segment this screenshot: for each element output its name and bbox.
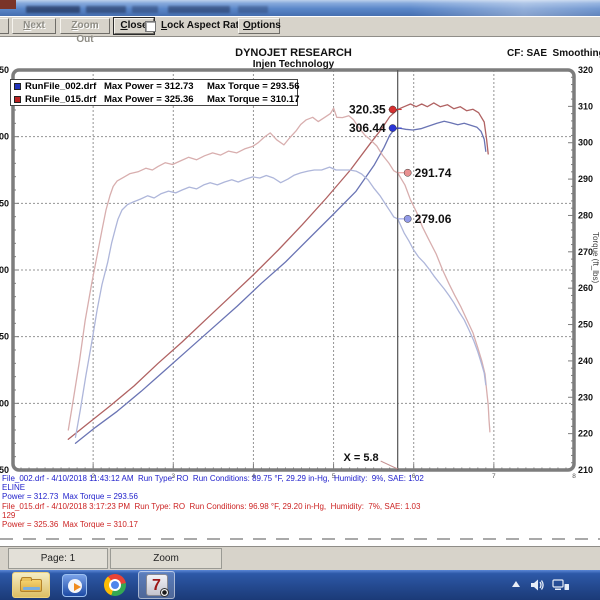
run-note-line: ELINE [2, 483, 25, 492]
toolbar-partial-button[interactable] [0, 18, 9, 34]
correction-smoothing-label: CF: SAE Smoothing: 5 [400, 48, 600, 59]
folder-icon [20, 579, 42, 592]
legend-max-power: Max Power = 325.36 [104, 94, 194, 105]
play-icon [74, 583, 81, 591]
cursor-x-pointer [381, 461, 398, 469]
legend-box: RunFile_002.drf Max Power = 312.73 Max T… [10, 79, 298, 106]
plot-frame [13, 70, 574, 470]
network-icon[interactable] [552, 578, 570, 592]
cursor-torque-002-label: 279.06 [415, 212, 452, 226]
page-tab-bar: Page: 1 Zoom [0, 546, 600, 570]
lock-aspect-ratio-label: Lock Aspect Ratio [161, 20, 248, 31]
taskbar-media-player-icon[interactable] [62, 574, 87, 597]
chrome-dot [111, 581, 119, 589]
curve-power_015 [68, 103, 488, 439]
taskbar: 7 [0, 570, 600, 600]
legend-row: RunFile_015.drf Max Power = 325.36 Max T… [11, 94, 297, 106]
show-hidden-icons-button[interactable] [512, 581, 520, 587]
volume-icon[interactable] [530, 578, 545, 592]
legend-max-torque: Max Torque = 310.17 [207, 94, 300, 105]
curve-power_002 [76, 121, 486, 443]
soccer-ball-icon [160, 588, 169, 597]
run-max-line: Power = 312.73 Max Torque = 293.56 [2, 492, 138, 501]
torque-axis-label: 320 [578, 65, 593, 75]
torque-axis-label: 250 [578, 320, 593, 330]
torque-axis-title: Torque (ft_lbs) [591, 232, 600, 318]
power-axis-label: 100 [0, 398, 9, 408]
torque-axis-label: 310 [578, 101, 593, 111]
lock-aspect-ratio-checkbox[interactable] [145, 21, 156, 32]
cursor-power-015-dot [389, 106, 396, 113]
chart-subtitle: Injen Technology [13, 59, 574, 70]
power-axis-label: 150 [0, 332, 9, 342]
cursor-x-label: X = 5.8 [344, 452, 379, 464]
torque-axis-label: 230 [578, 392, 593, 402]
window-title-text-illegible [26, 6, 80, 13]
legend-swatch-red [14, 96, 21, 103]
power-axis-label: 300 [0, 132, 9, 142]
run-max-line: Power = 325.36 Max Torque = 310.17 [2, 520, 138, 529]
torque-axis-label: 290 [578, 174, 593, 184]
torque-axis-label: 210 [578, 465, 593, 475]
next-button[interactable]: Next [12, 18, 56, 34]
legend-max-torque: Max Torque = 293.56 [207, 81, 300, 92]
page-separator [0, 538, 600, 540]
curve-torque_002 [76, 167, 486, 437]
cursor-power-002-label: 306.44 [349, 121, 386, 135]
tab-page-1[interactable]: Page: 1 [8, 548, 108, 569]
legend-max-power: Max Power = 312.73 [104, 81, 194, 92]
torque-axis-label: 280 [578, 210, 593, 220]
taskbar-chrome-icon[interactable] [104, 574, 126, 596]
winpep7-logo: 7 [146, 574, 168, 596]
x-axis-label: 8 [572, 473, 576, 480]
legend-file-name: RunFile_002.drf [25, 81, 96, 92]
taskbar-file-explorer-icon[interactable] [12, 572, 50, 598]
cursor-power-015-label: 320.35 [349, 103, 386, 117]
torque-axis-label: 220 [578, 429, 593, 439]
window-title-text-illegible [86, 6, 126, 13]
run-note-line: 129 [2, 511, 15, 520]
legend-row: RunFile_002.drf Max Power = 312.73 Max T… [11, 81, 297, 93]
screen: Next Zoom Out Close Lock Aspect Ratio Op… [0, 0, 600, 600]
curve-torque_015 [68, 108, 490, 432]
cursor-torque-015-label: 291.74 [415, 166, 452, 180]
legend-swatch-blue [14, 83, 21, 90]
window-title-text-illegible [168, 6, 230, 13]
background-window-sliver [0, 0, 16, 9]
cursor-torque-002-dot [404, 215, 411, 222]
options-button[interactable]: Options [238, 18, 280, 34]
window-title-text-illegible [132, 6, 158, 13]
torque-axis-label: 240 [578, 356, 593, 366]
x-axis-label: 7 [492, 473, 496, 480]
window-title-text-illegible [238, 6, 268, 13]
toolbar: Next Zoom Out Close Lock Aspect Ratio Op… [0, 16, 600, 37]
run-info-line: File_002.drf - 4/10/2018 11:43:12 AM Run… [2, 474, 424, 483]
taskbar-winpep7-icon[interactable]: 7 [138, 571, 175, 599]
power-axis-label: 350 [0, 65, 9, 75]
power-axis-label: 250 [0, 198, 9, 208]
tab-zoom[interactable]: Zoom [110, 548, 222, 569]
run-info-line: File_015.drf - 4/10/2018 3:17:23 PM Run … [2, 502, 420, 511]
titlebar-glare [410, 0, 600, 16]
legend-file-name: RunFile_015.drf [25, 94, 96, 105]
torque-axis-label: 300 [578, 138, 593, 148]
cursor-power-002-dot [389, 124, 396, 131]
zoom-out-button[interactable]: Zoom Out [60, 18, 110, 34]
cursor-torque-015-dot [404, 169, 411, 176]
power-axis-label: 200 [0, 265, 9, 275]
